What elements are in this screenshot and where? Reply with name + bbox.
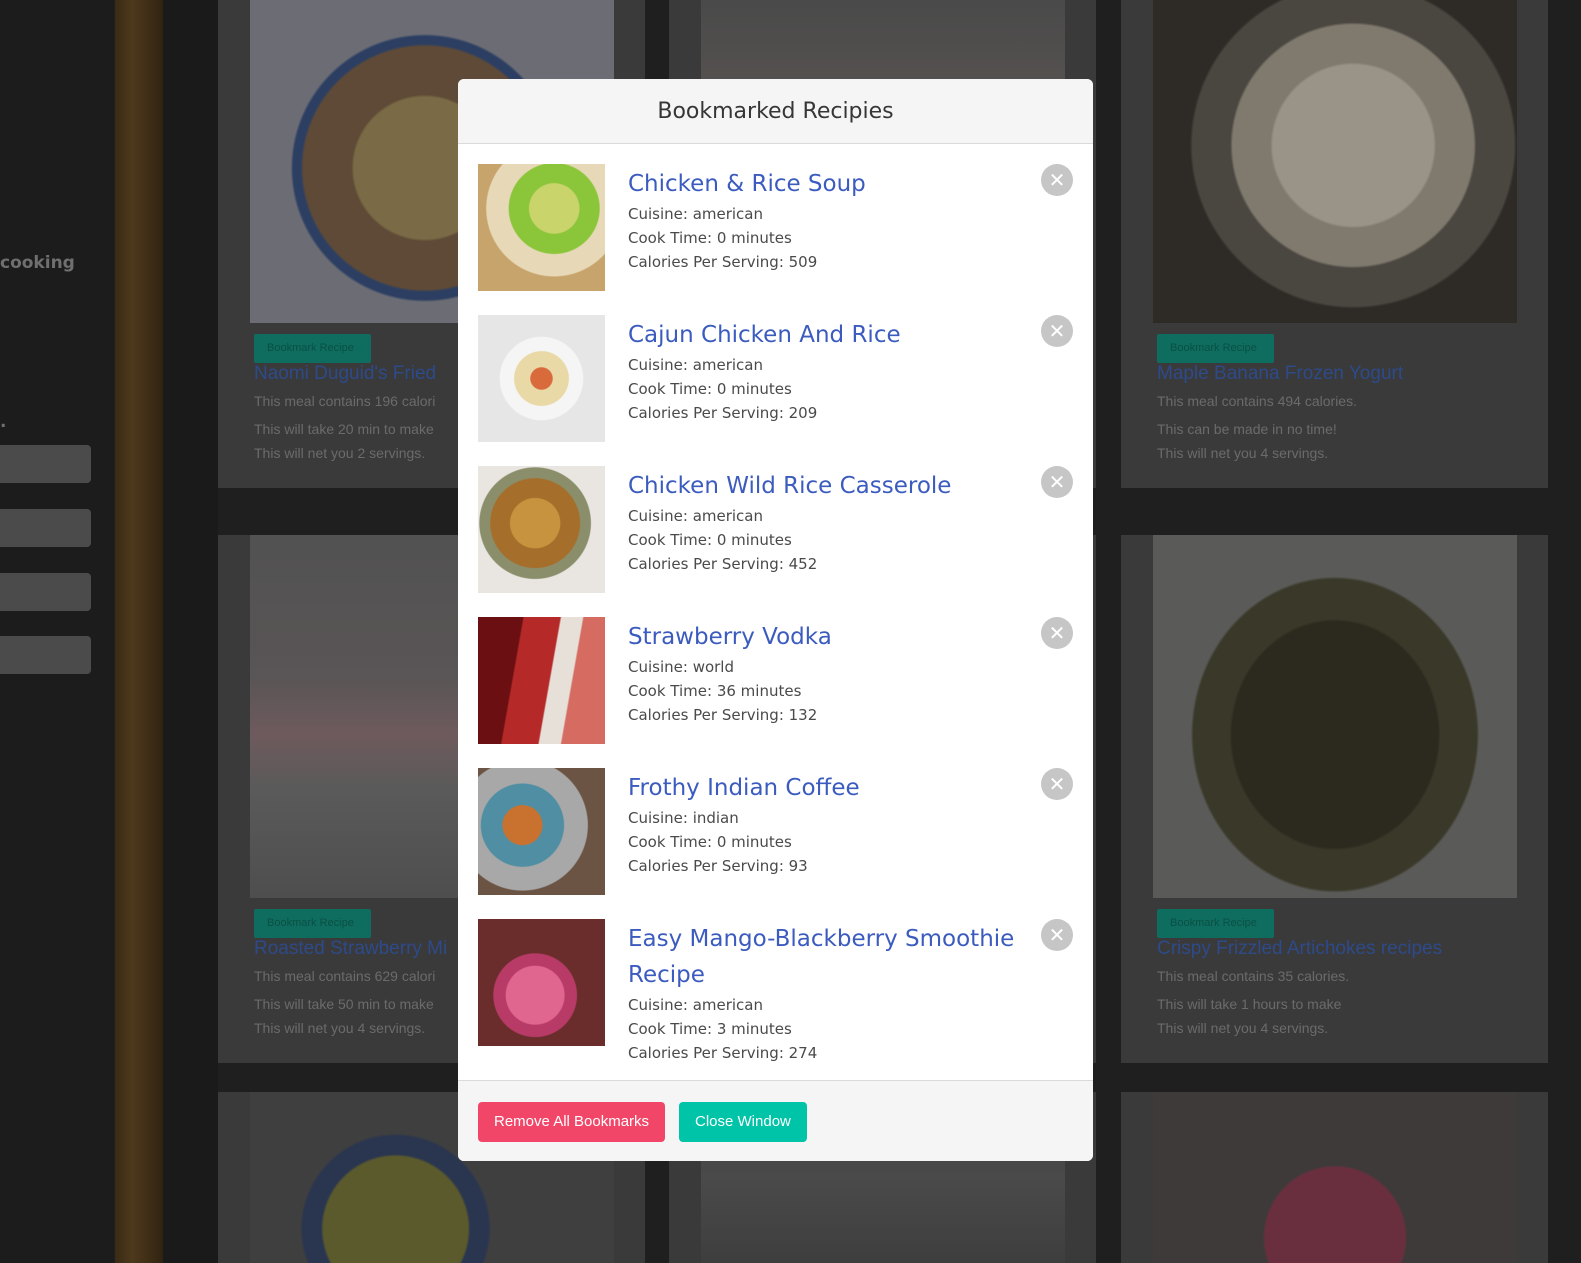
recipe-calories: Calories Per Serving: 274 [628, 1044, 818, 1062]
recipe-cook-time: Cook Time: 0 minutes [628, 380, 792, 398]
remove-bookmark-icon[interactable]: ✕ [1041, 919, 1073, 951]
decorative-strip [115, 0, 163, 1263]
recipe-servings: This will net you 4 servings. [1157, 445, 1329, 461]
recipe-cook-time: Cook Time: 3 minutes [628, 1020, 792, 1038]
sidebar-input-2[interactable] [0, 509, 91, 547]
recipe-cook-time: Cook Time: 36 minutes [628, 682, 802, 700]
recipe-thumbnail [478, 919, 605, 1046]
recipe-title-link[interactable]: Chicken & Rice Soup [628, 166, 1028, 202]
recipe-card: Bookmark Recipe Crispy Frizzled Artichok… [1121, 535, 1548, 1063]
page-gutter [163, 0, 218, 1263]
recipe-time: This will take 1 hours to make [1157, 996, 1342, 1012]
remove-all-bookmarks-button[interactable]: Remove All Bookmarks [478, 1102, 666, 1142]
modal-title: Bookmarked Recipies [657, 98, 894, 124]
recipe-title[interactable]: Crispy Frizzled Artichokes recipes [1157, 938, 1442, 960]
remove-bookmark-icon[interactable]: ✕ [1041, 315, 1073, 347]
modal-footer: Remove All Bookmarks Close Window [458, 1080, 1093, 1161]
recipe-title-link[interactable]: Cajun Chicken And Rice [628, 317, 1028, 353]
recipe-title[interactable]: Maple Banana Frozen Yogurt [1157, 363, 1403, 385]
recipe-servings: This will net you 4 servings. [1157, 1020, 1329, 1036]
recipe-cook-time: Cook Time: 0 minutes [628, 531, 792, 549]
remove-bookmark-icon[interactable]: ✕ [1041, 466, 1073, 498]
recipe-cuisine: Cuisine: american [628, 507, 763, 525]
recipe-cuisine: Cuisine: indian [628, 809, 739, 827]
recipe-cuisine: Cuisine: world [628, 658, 734, 676]
recipe-time: This can be made in no time! [1157, 421, 1337, 437]
recipe-card: Bookmark Recipe Maple Banana Frozen Yogu… [1121, 0, 1548, 488]
recipe-servings: This will net you 4 servings. [254, 1020, 426, 1036]
bookmark-list: Chicken & Rice Soup Cuisine: american Co… [458, 144, 1093, 1080]
recipe-title-link[interactable]: Chicken Wild Rice Casserole [628, 468, 1028, 504]
sidebar-text: . [0, 412, 7, 432]
recipe-servings: This will net you 2 servings. [254, 445, 426, 461]
recipe-calories: Calories Per Serving: 452 [628, 555, 818, 573]
sidebar: cooking . [0, 0, 114, 1263]
recipe-thumbnail [478, 164, 605, 291]
recipe-thumbnail [478, 466, 605, 593]
remove-bookmark-icon[interactable]: ✕ [1041, 768, 1073, 800]
recipe-thumbnail [478, 617, 605, 744]
sidebar-heading: cooking [0, 253, 75, 273]
recipe-calories: This meal contains 35 calories. [1157, 968, 1350, 984]
recipe-time: This will take 50 min to make [254, 996, 434, 1012]
recipe-calories: Calories Per Serving: 93 [628, 857, 808, 875]
sidebar-input-1[interactable] [0, 445, 91, 483]
recipe-calories: Calories Per Serving: 132 [628, 706, 818, 724]
recipe-image [1153, 0, 1517, 323]
recipe-image [1153, 1092, 1517, 1263]
sidebar-input-4[interactable] [0, 636, 91, 674]
recipe-calories: Calories Per Serving: 509 [628, 253, 818, 271]
recipe-card [1121, 1092, 1548, 1263]
bookmark-recipe-button[interactable]: Bookmark Recipe [254, 334, 371, 363]
recipe-calories: This meal contains 196 calori [254, 393, 436, 409]
recipe-calories: This meal contains 494 calories. [1157, 393, 1357, 409]
bookmark-recipe-button[interactable]: Bookmark Recipe [1157, 334, 1274, 363]
remove-bookmark-icon[interactable]: ✕ [1041, 617, 1073, 649]
bookmark-recipe-button[interactable]: Bookmark Recipe [1157, 909, 1274, 938]
recipe-cook-time: Cook Time: 0 minutes [628, 229, 792, 247]
recipe-title-link[interactable]: Frothy Indian Coffee [628, 770, 1028, 806]
recipe-cuisine: Cuisine: american [628, 996, 763, 1014]
recipe-title[interactable]: Naomi Duguid's Fried [254, 363, 436, 385]
remove-bookmark-icon[interactable]: ✕ [1041, 164, 1073, 196]
recipe-title-link[interactable]: Strawberry Vodka [628, 619, 1028, 655]
recipe-calories: This meal contains 629 calori [254, 968, 436, 984]
bookmarks-modal: Bookmarked Recipies Chicken & Rice Soup … [458, 79, 1093, 1161]
close-window-button[interactable]: Close Window [679, 1102, 807, 1142]
recipe-cook-time: Cook Time: 0 minutes [628, 833, 792, 851]
modal-header: Bookmarked Recipies [458, 79, 1093, 144]
recipe-thumbnail [478, 768, 605, 895]
bookmark-recipe-button[interactable]: Bookmark Recipe [254, 909, 371, 938]
sidebar-input-3[interactable] [0, 573, 91, 611]
recipe-thumbnail [478, 315, 605, 442]
recipe-time: This will take 20 min to make [254, 421, 434, 437]
recipe-image [1153, 535, 1517, 898]
recipe-title[interactable]: Roasted Strawberry Mi [254, 938, 447, 960]
recipe-cuisine: Cuisine: american [628, 356, 763, 374]
recipe-title-link[interactable]: Easy Mango-Blackberry Smoothie Recipe [628, 921, 1028, 993]
recipe-calories: Calories Per Serving: 209 [628, 404, 818, 422]
recipe-cuisine: Cuisine: american [628, 205, 763, 223]
